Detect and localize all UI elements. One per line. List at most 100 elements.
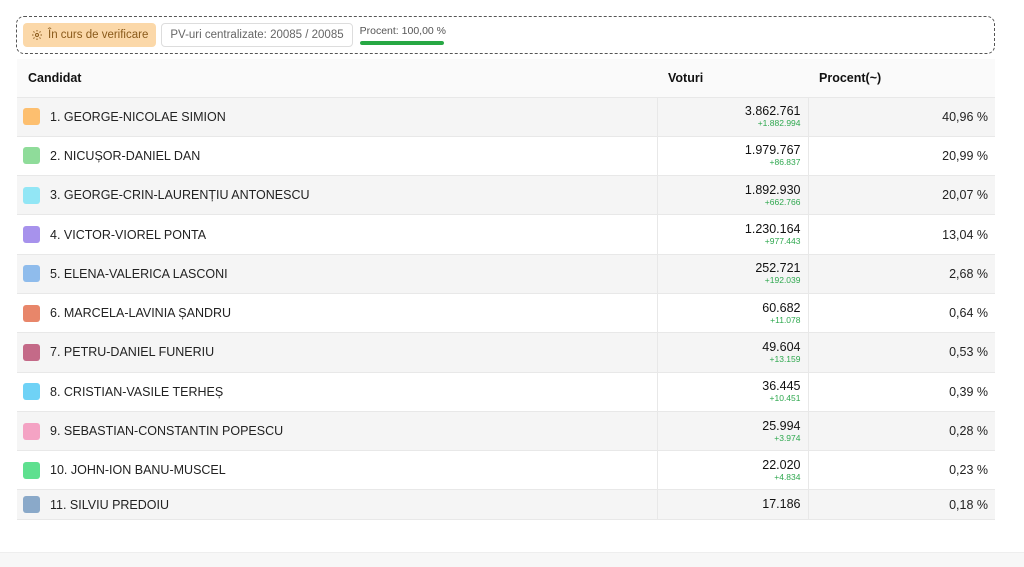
header-candidate[interactable]: Candidat bbox=[17, 59, 657, 97]
votes-value: 1.892.930 bbox=[744, 182, 801, 197]
percent-cell: 40,96 % bbox=[808, 96, 995, 137]
percent-cell: 0,39 % bbox=[808, 371, 995, 412]
table-row[interactable]: 1. GEORGE-NICOLAE SIMION 3.862.761 +1.882.… bbox=[17, 96, 995, 137]
party-color-swatch bbox=[23, 422, 40, 440]
votes-cell: 3.862.761 +1.882.994 bbox=[656, 96, 809, 137]
candidate-wrap: 5. ELENA-VALERICA LASCONI bbox=[23, 265, 657, 283]
percent-cell: 0,23 % bbox=[808, 450, 995, 490]
candidate-name: 9. SEBASTIAN-CONSTANTIN POPESCU bbox=[50, 424, 284, 439]
votes-value: 1.979.767 bbox=[744, 143, 801, 158]
candidate-cell: 4. VICTOR-VIOREL PONTA bbox=[17, 214, 657, 255]
header-percent[interactable]: Procent(~) bbox=[808, 59, 995, 97]
party-color-swatch bbox=[23, 186, 40, 204]
pv-count-badge: PV-uri centralizate: 20085 / 20085 bbox=[161, 23, 353, 47]
votes-delta: +3.974 bbox=[774, 432, 801, 443]
votes-cell: 1.892.930 +662.766 bbox=[656, 175, 809, 215]
votes-delta: +977.443 bbox=[764, 236, 801, 247]
candidate-cell: 10. JOHN-ION BANU-MUSCEL bbox=[17, 450, 657, 490]
candidate-wrap: 4. VICTOR-VIOREL PONTA bbox=[23, 226, 657, 244]
percent-cell: 20,99 % bbox=[808, 135, 995, 176]
votes-delta: +10.451 bbox=[769, 393, 801, 404]
party-color-swatch bbox=[23, 226, 40, 244]
table-header-row: Candidat Voturi Procent(~) bbox=[17, 59, 995, 97]
candidate-cell: 9. SEBASTIAN-CONSTANTIN POPESCU bbox=[17, 410, 657, 451]
votes-cell: 22.020 +4.834 bbox=[656, 450, 809, 490]
votes-value: 1.230.164 bbox=[744, 222, 801, 237]
votes-delta: +13.159 bbox=[769, 353, 801, 364]
party-color-swatch bbox=[23, 496, 40, 514]
candidate-cell: 7. PETRU-DANIEL FUNERIU bbox=[17, 332, 657, 373]
party-color-swatch bbox=[23, 461, 40, 479]
candidate-wrap: 6. MARCELA-LAVINIA ȘANDRU bbox=[23, 304, 657, 322]
table-row[interactable]: 9. SEBASTIAN-CONSTANTIN POPESCU 25.994 +3.… bbox=[17, 410, 995, 451]
candidate-cell: 8. CRISTIAN-VASILE TERHEȘ bbox=[17, 371, 657, 412]
table-row[interactable]: 5. ELENA-VALERICA LASCONI 252.721 +192.039… bbox=[17, 253, 995, 294]
votes-delta: +192.039 bbox=[764, 275, 801, 286]
votes-cell: 60.682 +11.078 bbox=[656, 292, 809, 333]
votes-delta: +11.078 bbox=[770, 314, 801, 325]
candidate-cell: 6. MARCELA-LAVINIA ȘANDRU bbox=[17, 292, 657, 333]
table-row[interactable]: 2. NICUȘOR-DANIEL DAN 1.979.767 +86.837 20,… bbox=[17, 135, 995, 176]
candidate-wrap: 7. PETRU-DANIEL FUNERIU bbox=[23, 343, 657, 361]
pv-count-label: PV-uri centralizate: 20085 / 20085 bbox=[170, 29, 344, 41]
candidate-name: 10. JOHN-ION BANU-MUSCEL bbox=[50, 463, 226, 478]
candidate-name: 4. VICTOR-VIOREL PONTA bbox=[50, 227, 207, 242]
votes-value: 36.445 bbox=[762, 379, 801, 394]
percent-cell: 0,64 % bbox=[808, 292, 995, 333]
party-color-swatch bbox=[23, 147, 40, 165]
votes-value: 22.020 bbox=[762, 457, 801, 472]
candidate-wrap: 11. SILVIU PREDOIU bbox=[23, 496, 657, 514]
table-row[interactable]: 11. SILVIU PREDOIU 17.186 0,18 % bbox=[17, 489, 995, 521]
votes-delta: +86.837 bbox=[769, 157, 801, 168]
party-color-swatch bbox=[23, 383, 40, 401]
party-color-swatch bbox=[23, 304, 40, 322]
candidate-name: 2. NICUȘOR-DANIEL DAN bbox=[50, 148, 201, 163]
party-color-swatch bbox=[23, 343, 40, 361]
candidate-cell: 1. GEORGE-NICOLAE SIMION bbox=[17, 96, 657, 137]
votes-cell: 1.230.164 +977.443 bbox=[656, 214, 809, 255]
candidate-name: 8. CRISTIAN-VASILE TERHEȘ bbox=[50, 384, 224, 399]
candidate-name: 1. GEORGE-NICOLAE SIMION bbox=[50, 109, 226, 124]
candidate-wrap: 2. NICUȘOR-DANIEL DAN bbox=[23, 147, 657, 165]
table-row[interactable]: 4. VICTOR-VIOREL PONTA 1.230.164 +977.443 1… bbox=[17, 214, 995, 255]
verification-status-badge[interactable]: În curs de verificare bbox=[23, 23, 157, 47]
votes-cell: 25.994 +3.974 bbox=[656, 410, 809, 451]
table-row[interactable]: 6. MARCELA-LAVINIA ȘANDRU 60.682 +11.078 0,… bbox=[17, 292, 995, 333]
candidate-wrap: 10. JOHN-ION BANU-MUSCEL bbox=[23, 461, 657, 479]
candidate-name: 7. PETRU-DANIEL FUNERIU bbox=[50, 345, 215, 360]
candidate-cell: 11. SILVIU PREDOIU bbox=[17, 489, 657, 521]
votes-cell: 17.186 bbox=[656, 489, 809, 521]
candidate-cell: 5. ELENA-VALERICA LASCONI bbox=[17, 253, 657, 294]
table-row[interactable]: 8. CRISTIAN-VASILE TERHEȘ 36.445 +10.451 0,… bbox=[17, 371, 995, 412]
table-row[interactable]: 3. GEORGE-CRIN-LAURENȚIU ANTONESCU 1.892.… bbox=[17, 175, 995, 215]
candidate-name: 6. MARCELA-LAVINIA ȘANDRU bbox=[50, 306, 232, 321]
candidate-wrap: 8. CRISTIAN-VASILE TERHEȘ bbox=[23, 383, 657, 401]
table-row[interactable]: 10. JOHN-ION BANU-MUSCEL 22.020 +4.834 0,23… bbox=[17, 450, 995, 490]
verification-status-label: În curs de verificare bbox=[48, 29, 149, 41]
table-row[interactable]: 7. PETRU-DANIEL FUNERIU 49.604 +13.159 0,53… bbox=[17, 332, 995, 373]
progress-indicator: Procent: 100,00 % bbox=[358, 23, 446, 47]
votes-value: 252.721 bbox=[755, 261, 801, 276]
party-color-swatch bbox=[23, 265, 40, 283]
votes-value: 25.994 bbox=[762, 418, 801, 433]
candidate-cell: 2. NICUȘOR-DANIEL DAN bbox=[17, 135, 657, 176]
percent-cell: 0,53 % bbox=[808, 332, 995, 373]
page: În curs de verificare PV-uri centralizat… bbox=[0, 0, 1024, 567]
percent-cell: 13,04 % bbox=[808, 214, 995, 255]
candidate-cell: 3. GEORGE-CRIN-LAURENȚIU ANTONESCU bbox=[17, 175, 657, 215]
percent-cell: 20,07 % bbox=[808, 175, 995, 215]
votes-delta: +1.882.994 bbox=[757, 118, 801, 129]
progress-track bbox=[359, 41, 444, 45]
candidate-name: 3. GEORGE-CRIN-LAURENȚIU ANTONESCU bbox=[50, 188, 310, 203]
candidate-name: 11. SILVIU PREDOIU bbox=[50, 497, 170, 512]
party-color-swatch bbox=[23, 108, 40, 126]
percent-cell: 2,68 % bbox=[808, 253, 995, 294]
candidate-wrap: 9. SEBASTIAN-CONSTANTIN POPESCU bbox=[23, 422, 657, 440]
votes-value: 3.862.761 bbox=[744, 104, 801, 119]
candidate-name: 5. ELENA-VALERICA LASCONI bbox=[50, 266, 228, 281]
header-votes[interactable]: Voturi bbox=[657, 59, 808, 97]
results-table: Candidat Voturi Procent(~) 1. GEORGE-NIC… bbox=[17, 59, 995, 521]
status-bar: În curs de verificare PV-uri centralizat… bbox=[16, 16, 995, 54]
votes-delta: +4.834 bbox=[774, 471, 801, 482]
footer-divider bbox=[0, 552, 1024, 567]
